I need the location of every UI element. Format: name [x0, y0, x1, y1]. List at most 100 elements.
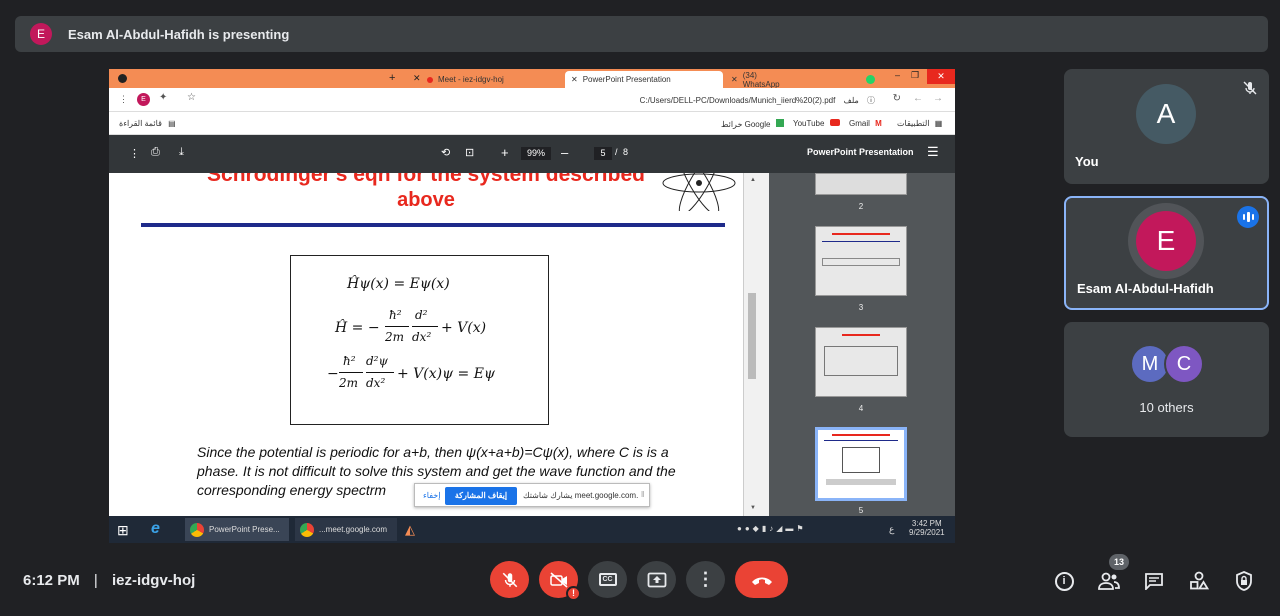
ie-icon[interactable]: e — [151, 520, 160, 538]
leave-call-button[interactable] — [735, 561, 788, 598]
zoom-out-icon[interactable]: – — [561, 145, 568, 160]
thumbnail-page[interactable] — [815, 327, 907, 397]
meeting-details-button[interactable]: i — [1052, 569, 1076, 593]
tile-presenter[interactable]: E Esam Al-Abdul-Hafidh — [1064, 196, 1269, 310]
minimize-icon[interactable]: – — [895, 70, 900, 80]
kebab-menu-icon[interactable]: ⋮ — [119, 94, 128, 105]
tab-whatsapp[interactable]: ✕ (34) WhatsApp — [725, 70, 875, 89]
window-close-button[interactable]: ✕ — [927, 69, 955, 84]
more-vert-icon: ⋮ — [696, 569, 715, 589]
pdf-viewer: Schrodinger's eqn for the system describ… — [109, 173, 955, 516]
drag-handle-icon[interactable]: ‖ — [641, 490, 644, 499]
hamburger-menu-icon[interactable]: ☰ — [927, 144, 939, 160]
youtube-icon — [829, 119, 840, 126]
scroll-down-icon[interactable]: ▼ — [750, 505, 756, 511]
hide-link[interactable]: إخفاء — [423, 491, 440, 500]
maximize-icon[interactable]: ❐ — [911, 70, 919, 81]
taskbar-label: ...meet.google.com — [319, 525, 388, 534]
pdf-menu-icon[interactable]: ⋮ — [129, 147, 140, 160]
url-field[interactable]: C:/Users/DELL-PC/Downloads/Munich_iierd%… — [640, 95, 875, 106]
scroll-thumb[interactable] — [748, 293, 756, 379]
reading-list[interactable]: قائمة القراءة ▤ — [119, 119, 176, 128]
participants-button[interactable]: 13 — [1097, 554, 1129, 593]
zoom-field[interactable]: 99% — [521, 147, 551, 160]
bookmark-youtube[interactable]: YouTube — [793, 119, 840, 128]
meeting-code: iez-idgv-hoj — [111, 572, 196, 589]
close-icon[interactable]: ✕ — [413, 73, 421, 84]
language-indicator[interactable]: ع — [889, 524, 894, 535]
fraction-bar — [385, 326, 409, 327]
reload-icon[interactable]: ↻ — [893, 93, 901, 104]
bookmark-star-icon[interactable]: ☆ — [187, 92, 196, 103]
close-tab-icon[interactable]: ✕ — [571, 75, 578, 84]
bookmark-label: YouTube — [793, 119, 825, 128]
extension-icon[interactable]: ✦ — [159, 92, 167, 103]
forward-icon[interactable]: → — [933, 93, 943, 104]
tab-powerpoint[interactable]: ✕ PowerPoint Presentation — [565, 71, 723, 88]
rotate-icon[interactable]: ⟲ — [441, 146, 450, 159]
activities-button[interactable] — [1187, 569, 1211, 593]
tile-others[interactable]: M C 10 others — [1064, 322, 1269, 437]
shared-screen: + ✕ Meet - iez-idgv-hoj ✕ PowerPoint Pre… — [109, 69, 955, 543]
thumbnail-page-selected[interactable] — [815, 427, 907, 501]
thumbnail-page[interactable] — [815, 226, 907, 296]
equation-2-den: 2m — [385, 330, 405, 344]
profile-avatar[interactable]: E — [137, 93, 150, 106]
equation-2-lhs: Ĥ = − — [335, 320, 380, 336]
info-icon[interactable]: ⓘ — [867, 96, 875, 105]
clock[interactable]: 3:42 PM 9/29/2021 — [909, 519, 945, 537]
bookmark-gmail[interactable]: Gmail M — [849, 119, 882, 128]
thumbnail-page[interactable] — [815, 173, 907, 195]
mic-toggle-button[interactable] — [490, 561, 529, 598]
zoom-in-icon[interactable]: + — [501, 145, 509, 160]
page-number-field[interactable]: 5 — [594, 147, 612, 160]
fit-page-icon[interactable]: ⊡ — [465, 146, 474, 159]
clock-time: 3:42 PM — [911, 519, 942, 528]
close-tab-icon[interactable]: ✕ — [731, 75, 738, 84]
camera-toggle-button[interactable]: ! — [539, 561, 581, 601]
stop-sharing-button[interactable]: إيقاف المشاركة — [445, 487, 517, 505]
captions-button[interactable]: CC — [588, 561, 627, 598]
new-tab-icon[interactable]: + — [389, 72, 395, 84]
presenting-text: Esam Al-Abdul-Hafidh is presenting — [68, 26, 290, 42]
bookmark-apps[interactable]: التطبيقات ▦ — [897, 119, 942, 128]
avatar: C — [1164, 344, 1204, 384]
people-icon — [1098, 572, 1120, 590]
fraction-bar — [339, 372, 363, 373]
chat-button[interactable] — [1142, 569, 1166, 593]
participant-name: Esam Al-Abdul-Hafidh — [1077, 281, 1214, 296]
thumbnail-number: 5 — [858, 506, 864, 515]
taskbar-item-powerpoint[interactable]: PowerPoint Prese... — [185, 518, 289, 541]
shield-lock-icon — [1236, 571, 1252, 591]
page-total: 8 — [623, 147, 629, 157]
print-icon[interactable]: ⎙ — [151, 146, 160, 159]
maps-icon — [775, 119, 784, 127]
windows-start-icon[interactable]: ⊞ — [117, 522, 129, 539]
bookmark-label: Gmail — [849, 119, 870, 128]
back-icon[interactable]: ← — [913, 93, 923, 104]
activities-shapes-icon — [1190, 571, 1209, 590]
url-prefix: ملف — [843, 96, 859, 105]
bookmarks-bar: قائمة القراءة ▤ خرائط Google YouTube Gma… — [109, 112, 955, 135]
equation-3-den: 2m — [339, 376, 359, 390]
taskbar-item-meet[interactable]: ...meet.google.com — [295, 518, 397, 541]
browser-menu-icon[interactable] — [118, 74, 127, 83]
tab-label: Meet - iez-idgv-hoj — [438, 75, 504, 84]
more-options-button[interactable]: ⋮ — [686, 561, 725, 598]
scroll-up-icon[interactable]: ▲ — [750, 177, 756, 183]
avatar: A — [1136, 84, 1196, 144]
matlab-icon[interactable]: ◭ — [405, 522, 415, 538]
host-controls-button[interactable] — [1232, 569, 1256, 593]
tab-meet[interactable]: Meet - iez-idgv-hoj — [421, 71, 561, 88]
tile-you[interactable]: A You — [1064, 69, 1269, 184]
pdf-scrollbar[interactable]: ▲ ▼ — [743, 173, 769, 516]
thumbnail-number: 4 — [858, 404, 864, 413]
others-label: 10 others — [1139, 400, 1194, 415]
present-now-button[interactable] — [637, 561, 676, 598]
bookmark-label: التطبيقات — [897, 119, 930, 128]
sharing-text: يشارك شاشتك meet.google.com. — [523, 491, 639, 500]
bookmark-maps[interactable]: خرائط Google — [721, 119, 784, 129]
download-icon[interactable]: ⤓ — [179, 146, 184, 159]
system-tray-icons[interactable]: ●●◆▮♪◢▬⚑ — [737, 524, 807, 533]
tab-label: (34) WhatsApp — [742, 70, 780, 89]
